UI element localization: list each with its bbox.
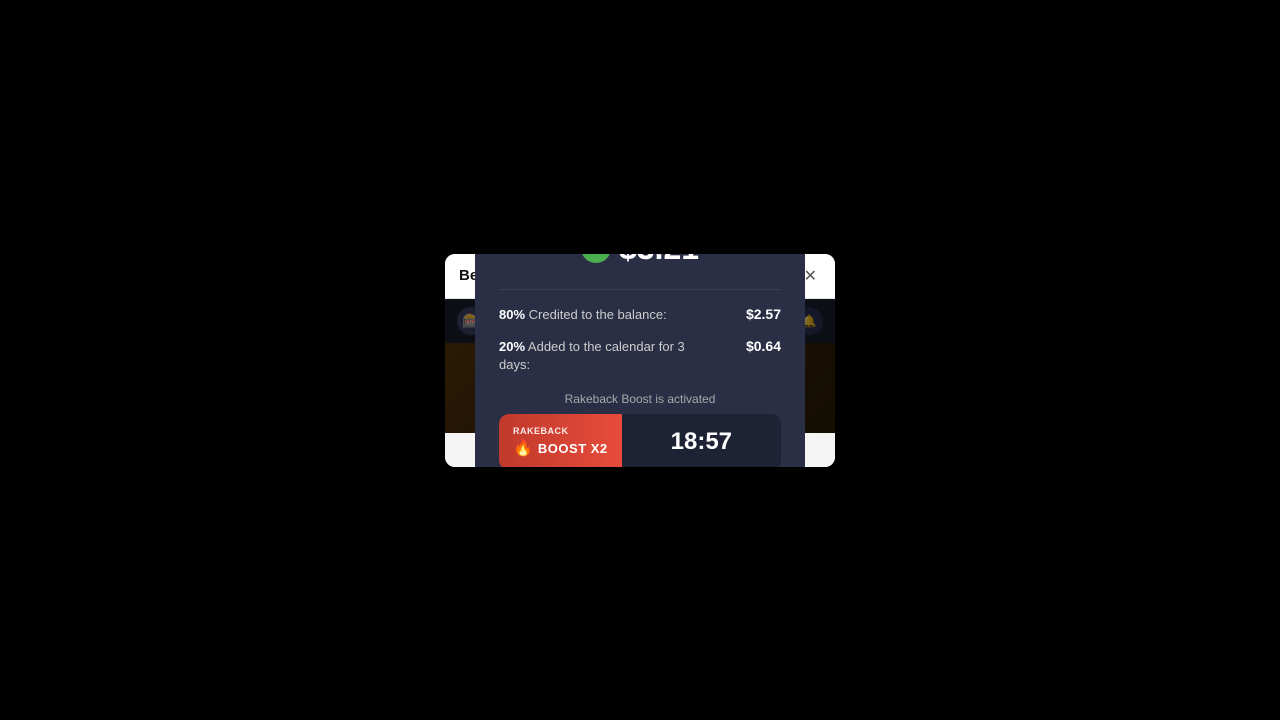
calendar-label-text: Added to the calendar for 3 days: [499, 339, 685, 372]
modal-amount-row: $ $3.21 [499, 254, 781, 267]
boost-timer: 18:57 [622, 418, 781, 466]
boost-left-panel: RAKEBACK 🔥 BOOST X2 [499, 414, 622, 466]
calendar-row: 20% Added to the calendar for 3 days: $0… [499, 338, 781, 374]
modal-overlay: ✕ Successfully withdrawn $ $3.21 80% Cre… [445, 299, 835, 433]
calendar-value: $0.64 [746, 338, 781, 354]
boost-fire-icon: 🔥 [513, 438, 533, 458]
balance-credit-value: $2.57 [746, 306, 781, 322]
app-window: BetFury Bot ⋮ ✕ 🎰 $ $2.04 ▾ 🔴 👤 🔔 [445, 254, 835, 467]
pct-80: 80% [499, 307, 525, 322]
calendar-label: 20% Added to the calendar for 3 days: [499, 338, 699, 374]
divider-1 [499, 289, 781, 290]
boost-top-label: RAKEBACK [513, 426, 569, 436]
dollar-icon: $ [581, 254, 611, 264]
withdrawal-amount: $3.21 [619, 254, 699, 267]
boost-icon-row: 🔥 BOOST X2 [513, 438, 608, 458]
rakeback-section: Rakeback Boost is activated RAKEBACK 🔥 B… [499, 392, 781, 466]
balance-credit-label: 80% Credited to the balance: [499, 306, 667, 324]
boost-banner: RAKEBACK 🔥 BOOST X2 18:57 [499, 414, 781, 466]
app-content: 🎰 $ $2.04 ▾ 🔴 👤 🔔 🎭 ✕ [445, 299, 835, 433]
boost-name: BOOST X2 [538, 441, 608, 456]
pct-20: 20% [499, 339, 525, 354]
balance-credit-row: 80% Credited to the balance: $2.57 [499, 306, 781, 324]
withdrawal-modal: ✕ Successfully withdrawn $ $3.21 80% Cre… [475, 254, 805, 467]
credit-label-text: Credited to the balance: [525, 307, 667, 322]
rakeback-label: Rakeback Boost is activated [499, 392, 781, 406]
modal-body: Successfully withdrawn $ $3.21 80% Credi… [475, 254, 805, 467]
